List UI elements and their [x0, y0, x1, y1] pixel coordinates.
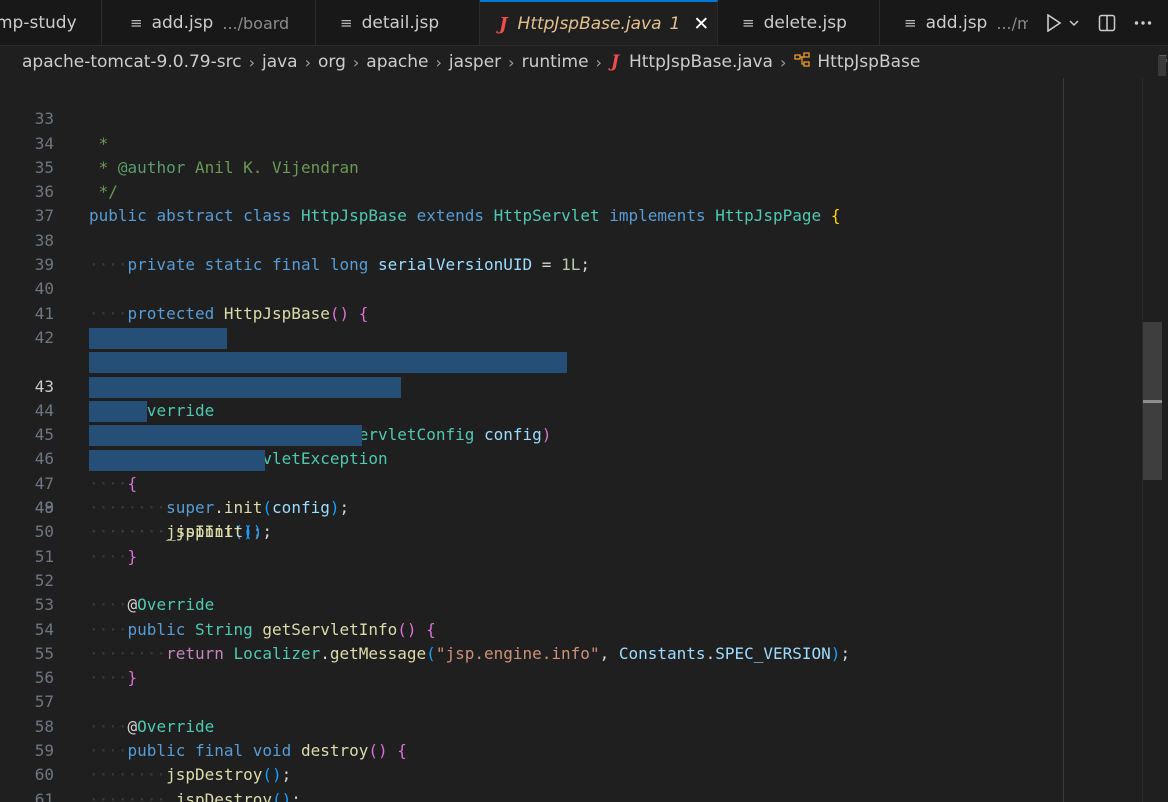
code-line[interactable]: 37 — [0, 180, 1064, 225]
split-editor-icon[interactable] — [1098, 14, 1116, 32]
code-editor[interactable]: 33 * 34 * @author Anil K. Vijendran 35 *… — [0, 78, 1168, 802]
code-line[interactable]: 42 — [0, 302, 1064, 347]
scrollbar-cursor-marker — [1143, 400, 1162, 403]
tab-add-jsp-m[interactable]: ≡ add.jsp .../m — [880, 0, 1030, 45]
tab-detail-jsp[interactable]: ≡ detail.jsp — [316, 0, 480, 45]
tab-label: delete.jsp — [763, 13, 847, 33]
chevron-right-icon: › — [508, 52, 515, 72]
code-line[interactable]: 55 ····} — [0, 618, 1064, 687]
breadcrumb-file[interactable]: HttpJspBase.java — [629, 52, 773, 72]
breadcrumb-item[interactable]: jasper — [449, 52, 501, 72]
breadcrumb-item[interactable]: runtime — [522, 52, 589, 72]
code-line[interactable]: 57 ····@Override — [0, 666, 1064, 735]
close-icon[interactable]: ✕ — [693, 13, 709, 35]
tab-label: add.jsp — [151, 13, 214, 33]
breadcrumb-item[interactable]: org — [318, 52, 346, 72]
code-line[interactable]: 62 — [0, 788, 1064, 802]
lightbulb-icon[interactable] — [92, 329, 163, 371]
code-line[interactable]: 36 public abstract class HttpJspBase ext… — [0, 156, 1064, 225]
tab-delete-jsp[interactable]: ≡ delete.jsp — [718, 0, 880, 45]
breadcrumb: apache-tomcat-9.0.79-src › java › org › … — [0, 46, 1168, 78]
tab-httpjspbase-java[interactable]: J HttpJspBase.java 1 ✕ — [480, 0, 718, 45]
code-line[interactable]: 51 — [0, 520, 1064, 566]
file-icon: ≡ — [340, 14, 353, 32]
tab-description: .../m — [996, 13, 1030, 33]
tab-label: HttpJspBase.java — [517, 14, 662, 34]
code-line[interactable]: 41 ····} — [0, 277, 1064, 347]
code-line[interactable]: 60 ········_jspDestroy(); — [0, 739, 1064, 802]
chevron-right-icon: › — [352, 52, 360, 72]
selection-highlight — [89, 328, 227, 349]
problem-count-badge: 1 — [669, 14, 681, 34]
code-line[interactable]: 50 ····} — [0, 496, 1064, 565]
editor-actions — [1028, 0, 1168, 45]
code-line[interactable]: 47 ········super.init(config); — [0, 423, 1064, 517]
tab-label: detail.jsp — [361, 13, 440, 33]
code-line[interactable]: 48 ········jspInit(); — [0, 448, 1064, 541]
code-line[interactable]: 58 ····public final void destroy() { — [0, 691, 1064, 760]
chevron-down-icon — [1069, 20, 1079, 27]
tab-description: .../board — [222, 13, 290, 33]
tab-mp-study[interactable]: mp-study — [0, 0, 102, 45]
code-line[interactable]: 53 ····public String getServletInfo() { — [0, 569, 1064, 638]
code-line[interactable]: 49 ········_jspInit(); — [0, 472, 1064, 541]
java-icon: J — [610, 52, 619, 72]
minimap[interactable] — [1064, 78, 1141, 802]
overview-ruler-top — [1158, 56, 1166, 76]
breadcrumb-item[interactable]: apache-tomcat-9.0.79-src — [22, 52, 242, 72]
chevron-right-icon: › — [779, 52, 787, 72]
chevron-right-icon: › — [304, 52, 311, 72]
selection-highlight — [89, 376, 401, 398]
code-line[interactable]: 38 ····private static final long serialV… — [0, 205, 1064, 274]
code-line[interactable]: 39 — [0, 229, 1064, 274]
file-icon: ≡ — [130, 14, 143, 32]
code-line[interactable]: 44 ····public final void init(ServletCon… — [0, 350, 1064, 444]
selection-highlight — [89, 449, 265, 471]
code-line[interactable]: 46 ····{ — [0, 399, 1064, 493]
file-icon: ≡ — [904, 14, 917, 32]
code-line[interactable]: 56 — [0, 642, 1064, 687]
breadcrumb-item[interactable]: apache — [366, 52, 428, 72]
code-line[interactable]: 33 * — [0, 83, 1064, 152]
breadcrumb-symbol[interactable]: HttpJspBase — [817, 52, 920, 72]
code-line[interactable]: 45 ········throws ServletException — [0, 375, 1064, 468]
selection-highlight — [89, 352, 567, 374]
selection-highlight — [89, 400, 147, 422]
code-line[interactable]: 43 ····@Override — [0, 326, 1064, 420]
tab-add-jsp-board[interactable]: ≡ add.jsp .../board — [102, 0, 316, 45]
code-line[interactable]: 61 ····} — [0, 763, 1064, 802]
code-line[interactable]: 52 ····@Override — [0, 545, 1064, 614]
more-actions-icon[interactable] — [1134, 20, 1152, 26]
code-line[interactable]: 35 */ — [0, 132, 1064, 201]
tab-label: add.jsp — [925, 13, 988, 33]
code-line[interactable]: 34 * @author Anil K. Vijendran — [0, 107, 1064, 177]
editor-tab-bar: mp-study ≡ add.jsp .../board ≡ detail.js… — [0, 0, 1168, 46]
breadcrumb-item[interactable]: java — [262, 52, 298, 72]
tab-label: mp-study — [0, 13, 77, 33]
java-icon: J — [499, 13, 508, 35]
chevron-right-icon: › — [595, 52, 602, 72]
chevron-right-icon: › — [248, 52, 255, 72]
code-line[interactable]: 40 ····protected HttpJspBase() { — [0, 253, 1064, 322]
chevron-right-icon: › — [435, 52, 442, 72]
file-icon: ≡ — [742, 14, 755, 32]
code-line[interactable]: 54 ········return Localizer.getMessage("… — [0, 593, 1064, 663]
run-icon[interactable] — [1046, 14, 1080, 32]
class-symbol-icon — [793, 52, 811, 72]
selection-highlight — [89, 425, 362, 447]
code-line[interactable]: 59 ········jspDestroy(); — [0, 715, 1064, 784]
